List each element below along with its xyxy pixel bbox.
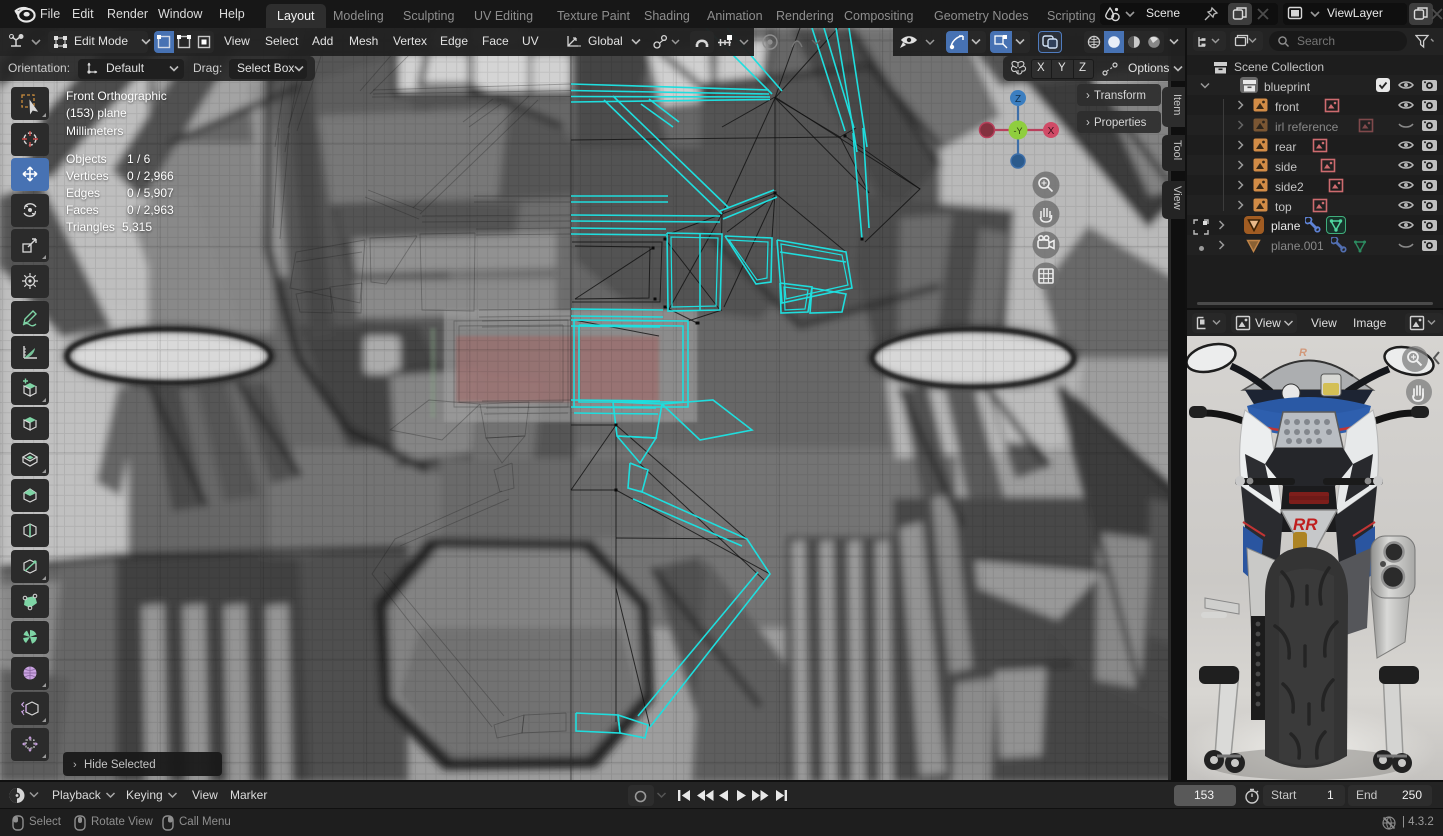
svg-text:X: X — [1048, 126, 1055, 137]
svg-text:Item: Item — [1171, 94, 1183, 115]
svg-text:›: › — [73, 759, 77, 771]
svg-text:View: View — [1171, 186, 1183, 210]
svg-text:›: › — [1086, 117, 1090, 129]
svg-text:›: › — [1086, 90, 1090, 102]
svg-text:Hide Selected: Hide Selected — [84, 759, 156, 771]
svg-text:Z: Z — [1015, 94, 1021, 105]
svg-text:Properties: Properties — [1094, 117, 1147, 129]
svg-text:R: R — [1299, 347, 1307, 359]
svg-text:-Y: -Y — [1014, 126, 1023, 136]
svg-text:RR: RR — [1293, 515, 1318, 534]
svg-text:Transform: Transform — [1094, 90, 1146, 102]
svg-text:Tool: Tool — [1171, 140, 1183, 160]
